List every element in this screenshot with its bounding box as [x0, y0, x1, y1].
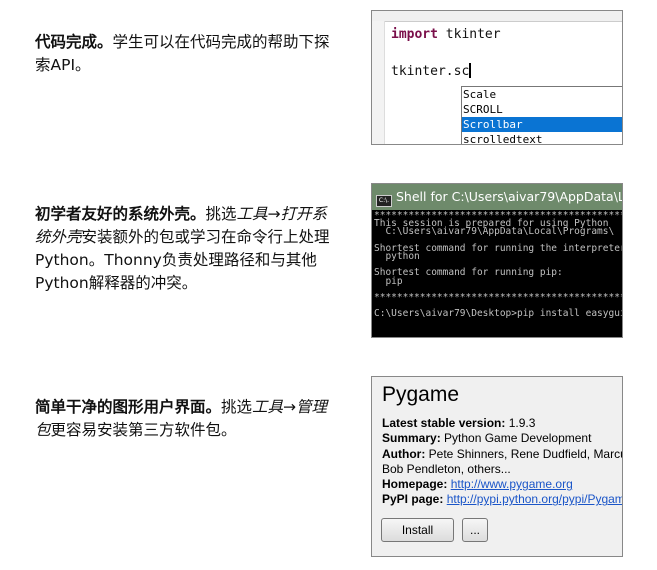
homepage-link[interactable]: http://www.pygame.org [451, 477, 573, 491]
version-row: Latest stable version: 1.9.3 [382, 416, 622, 431]
feature-title: 简单干净的图形用户界面。 [35, 398, 222, 416]
shell-titlebar: C:\. Shell for C:\Users\aivar79\AppData\L… [372, 184, 622, 210]
value: Python Game Development [444, 431, 592, 446]
value: 1.9.3 [508, 416, 536, 430]
label: Summary: [382, 431, 441, 446]
shell-title: Shell for C:\Users\aivar79\AppData\Local… [396, 189, 622, 204]
code-line[interactable]: tkinter.sc [391, 63, 472, 79]
label: Latest stable version: [382, 416, 506, 430]
feature-title: 初学者友好的系统外壳。 [35, 205, 206, 223]
label: PyPI page: [382, 492, 444, 507]
pypi-row: PyPI page: http://pypi.python.org/pypi/P… [382, 492, 622, 507]
author-continued: Bob Pendleton, others... [382, 461, 511, 476]
label: Homepage: [382, 477, 448, 492]
completion-item[interactable]: Scale [462, 87, 622, 102]
more-options-button[interactable]: ... [462, 518, 488, 542]
autocomplete-list[interactable]: Scale SCROLL Scrollbar scrolledtext [461, 86, 622, 144]
feature-code-completion: 代码完成。学生可以在代码完成的帮助下探索API。 [35, 31, 335, 77]
feature-text: 更容易安装第三方软件包。 [50, 421, 237, 439]
package-manager-screenshot: Pygame Latest stable version: 1.9.3 Summ… [371, 376, 623, 557]
text-caret [469, 63, 472, 78]
feature-text: 挑选 [205, 205, 237, 223]
value: Pete Shinners, Rene Dudfield, Marcus [428, 446, 623, 461]
completion-item[interactable]: SCROLL [462, 102, 622, 117]
code-text: tkinter.sc [391, 64, 470, 79]
homepage-row: Homepage: http://www.pygame.org [382, 477, 622, 492]
shell-output[interactable]: ****************************************… [374, 211, 622, 319]
feature-text: 挑选 [221, 398, 253, 416]
author-row: Author: Pete Shinners, Rene Dudfield, Ma… [382, 447, 622, 462]
install-button[interactable]: Install [381, 518, 454, 542]
feature-system-shell: 初学者友好的系统外壳。挑选工具→打开系统外壳安装额外的包或学习在命令行上处理Py… [35, 203, 335, 295]
completion-item-selected[interactable]: Scrollbar [462, 117, 622, 132]
keyword: import [391, 27, 438, 42]
package-name: Pygame [382, 383, 460, 406]
pypi-link[interactable]: http://pypi.python.org/pypi/Pygame [447, 492, 622, 506]
label: Author: [382, 446, 426, 461]
console-icon: C:\. [376, 195, 392, 207]
code-text: tkinter [437, 27, 501, 42]
completion-item[interactable]: scrolledtext [462, 132, 622, 144]
system-shell-screenshot: C:\. Shell for C:\Users\aivar79\AppData\L… [371, 183, 623, 338]
feature-gui: 简单干净的图形用户界面。挑选工具→管理包更容易安装第三方软件包。 [35, 396, 335, 442]
feature-title: 代码完成。 [35, 33, 113, 51]
editor-tabs [372, 11, 622, 22]
code-editor-screenshot: import tkinter tkinter.sc Scale SCROLL S… [371, 10, 623, 145]
editor-gutter [372, 21, 385, 144]
code-line: import tkinter [391, 27, 501, 42]
summary-row: Summary: Python Game Development [382, 431, 622, 446]
